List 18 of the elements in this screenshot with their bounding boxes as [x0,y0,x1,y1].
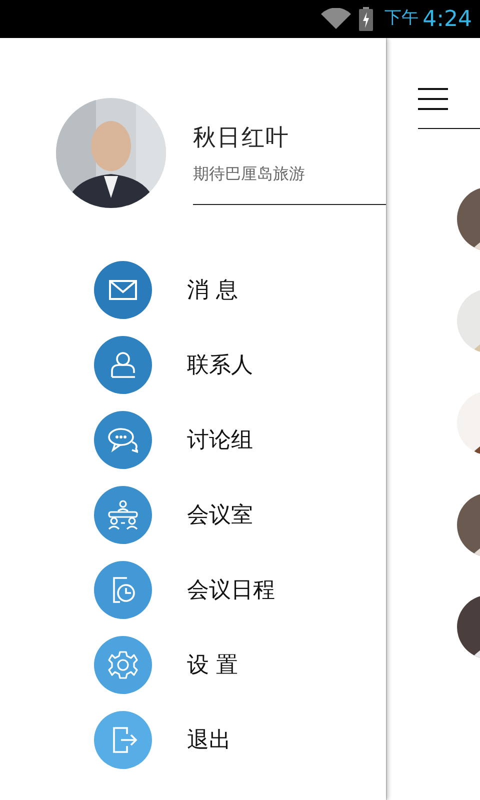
wifi-icon [320,8,351,30]
settings-icon [108,650,138,680]
battery-icon [358,7,373,31]
user-status: 期待巴厘岛旅游 [193,162,306,185]
menu-item[interactable]: 联系人 [187,348,253,382]
clock-time: 4:24 [422,6,472,34]
menu-item[interactable]: 会议室 [187,498,253,532]
time-period: 下午 [384,7,419,30]
user-name: 秋日红叶 [193,124,291,154]
menu-icon[interactable] [418,88,448,110]
menu-item[interactable]: 会议日程 [187,574,275,606]
chat-bubbles-icon [108,425,138,455]
menu-item[interactable]: 退出 [187,724,231,756]
person-icon [108,350,138,380]
menu-item[interactable]: 设 置 [187,648,238,682]
menu-item[interactable]: 消 息 [187,274,238,306]
meeting-table-icon [108,500,138,530]
menu-item[interactable]: 讨论组 [187,424,253,456]
